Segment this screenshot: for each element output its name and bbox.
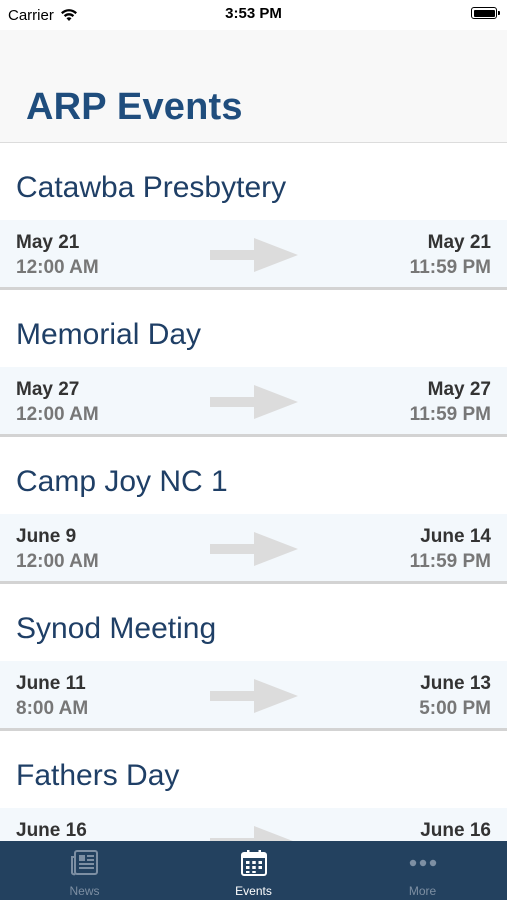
start-date: June 11 bbox=[16, 673, 86, 694]
start-time: 12:00 AM bbox=[16, 257, 99, 278]
event-title: Fathers Day bbox=[16, 759, 180, 792]
tab-label: More bbox=[408, 884, 437, 898]
event-item[interactable]: Fathers Day June 16 June 16 bbox=[0, 731, 507, 841]
event-item[interactable]: Catawba Presbytery May 21 12:00 AM May 2… bbox=[0, 143, 507, 290]
end-time: 11:59 PM bbox=[409, 404, 491, 425]
end-date: June 14 bbox=[420, 526, 491, 547]
start-time: 12:00 AM bbox=[16, 404, 99, 425]
event-title: Synod Meeting bbox=[16, 612, 217, 645]
nav-header: ARP Events bbox=[0, 30, 507, 143]
event-date-row: May 21 12:00 AM May 21 11:59 PM bbox=[0, 220, 507, 290]
event-date-row: June 9 12:00 AM June 14 11:59 PM bbox=[0, 514, 507, 584]
end-date: May 27 bbox=[427, 379, 491, 400]
start-date: June 16 bbox=[16, 820, 87, 841]
end-time: 5:00 PM bbox=[419, 698, 491, 719]
tab-label: Events bbox=[235, 884, 272, 898]
start-date: June 9 bbox=[16, 526, 77, 547]
event-date-row: June 11 8:00 AM June 13 5:00 PM bbox=[0, 661, 507, 731]
page-title: ARP Events bbox=[26, 86, 243, 128]
tab-label: News bbox=[69, 884, 100, 898]
event-title: Memorial Day bbox=[16, 318, 202, 351]
end-date: June 13 bbox=[420, 673, 491, 694]
event-date-row: June 16 June 16 bbox=[0, 808, 507, 841]
event-title: Camp Joy NC 1 bbox=[16, 465, 228, 498]
tab-bar: News Events More bbox=[0, 841, 507, 900]
newspaper-icon bbox=[70, 850, 98, 876]
status-time: 3:53 PM bbox=[225, 5, 282, 22]
event-date-row: May 27 12:00 AM May 27 11:59 PM bbox=[0, 367, 507, 437]
start-time: 8:00 AM bbox=[16, 698, 89, 719]
start-time: 12:00 AM bbox=[16, 551, 99, 572]
status-bar: Carrier 3:53 PM bbox=[0, 0, 507, 30]
arrow-right-icon bbox=[210, 532, 298, 566]
battery-icon bbox=[471, 7, 500, 19]
more-dots-icon bbox=[409, 859, 436, 867]
event-item[interactable]: Camp Joy NC 1 June 9 12:00 AM June 14 11… bbox=[0, 437, 507, 584]
end-date: June 16 bbox=[420, 820, 491, 841]
arrow-right-icon bbox=[210, 826, 293, 841]
arrow-right-icon bbox=[210, 238, 298, 272]
start-date: May 27 bbox=[16, 379, 80, 400]
end-date: May 21 bbox=[427, 232, 491, 253]
tab-events[interactable]: Events bbox=[169, 841, 338, 900]
tab-news[interactable]: News bbox=[0, 841, 169, 900]
arrow-right-icon bbox=[210, 679, 298, 713]
start-date: May 21 bbox=[16, 232, 80, 253]
event-item[interactable]: Memorial Day May 27 12:00 AM May 27 11:5… bbox=[0, 290, 507, 437]
tab-more[interactable]: More bbox=[338, 841, 507, 900]
event-list[interactable]: Catawba Presbytery May 21 12:00 AM May 2… bbox=[0, 143, 507, 841]
event-item[interactable]: Synod Meeting June 11 8:00 AM June 13 5:… bbox=[0, 584, 507, 731]
event-title: Catawba Presbytery bbox=[16, 171, 287, 204]
end-time: 11:59 PM bbox=[409, 257, 491, 278]
end-time: 11:59 PM bbox=[409, 551, 491, 572]
arrow-right-icon bbox=[210, 385, 298, 419]
calendar-icon bbox=[240, 850, 267, 876]
